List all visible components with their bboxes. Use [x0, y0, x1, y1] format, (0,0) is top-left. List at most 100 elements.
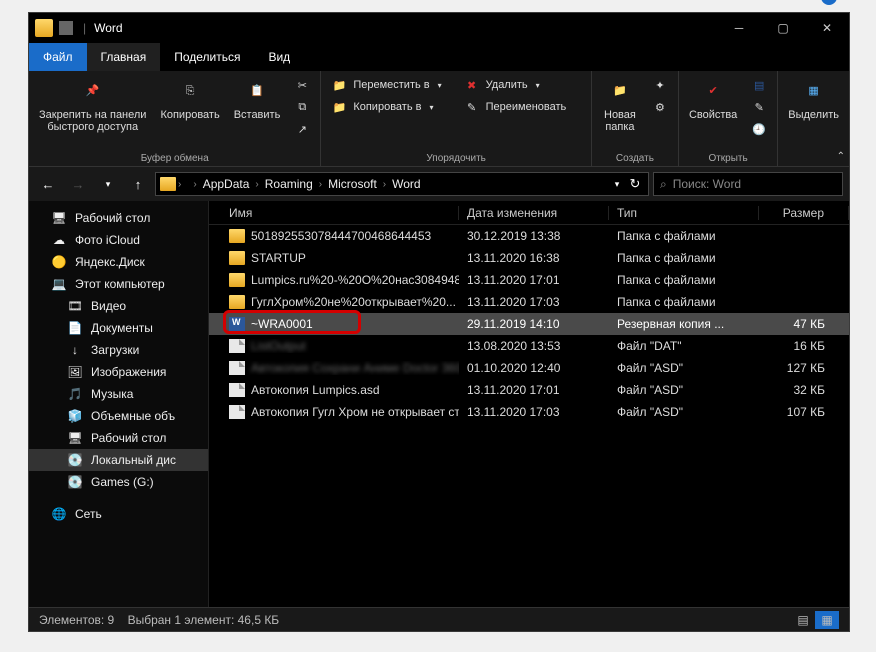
copy-to-button[interactable]: 📁Копировать в▾: [325, 97, 447, 117]
folder-icon: [229, 229, 245, 243]
refresh-button[interactable]: ↻: [626, 171, 644, 197]
sidebar-item-label: Этот компьютер: [75, 277, 165, 291]
file-list: 50189255307844470046864445330.12.2019 13…: [209, 225, 849, 607]
file-name: ГуглХром%20не%20открывает%20...: [251, 295, 456, 309]
file-row[interactable]: Lumpics.ru%20-%20О%20нас308494853...13.1…: [209, 269, 849, 291]
edit-button[interactable]: ✎: [745, 97, 773, 117]
easy-access-button[interactable]: ⚙: [646, 97, 674, 117]
file-date: 13.11.2020 17:03: [459, 405, 609, 419]
file-row[interactable]: ~WRA000129.11.2019 14:10Резервная копия …: [209, 313, 849, 335]
col-size[interactable]: Размер: [759, 206, 849, 220]
collapse-ribbon-button[interactable]: ⌃: [837, 151, 845, 162]
view-icons-button[interactable]: ▦: [815, 611, 839, 629]
forward-button[interactable]: →: [65, 171, 91, 197]
file-date: 13.11.2020 17:01: [459, 383, 609, 397]
clipboard-mini-stack: ✂ ⧉ ↗: [288, 75, 316, 139]
paste-shortcut-button[interactable]: ↗: [288, 119, 316, 139]
file-row[interactable]: STARTUP13.11.2020 16:38Папка с файлами: [209, 247, 849, 269]
cut-button[interactable]: ✂: [288, 75, 316, 95]
sidebar-item[interactable]: 📄Документы: [29, 317, 208, 339]
search-input[interactable]: ⌕ Поиск: Word: [653, 172, 843, 196]
file-row[interactable]: Автокопия Сохрани Аниме Doctor 360А...01…: [209, 357, 849, 379]
file-name: Автокопия Гугл Хром не открывает стр...: [251, 405, 459, 419]
shortcut-icon: ↗: [294, 121, 310, 137]
col-name[interactable]: Имя: [209, 206, 459, 220]
minimize-button[interactable]: ─: [717, 13, 761, 43]
tab-share[interactable]: Поделиться: [160, 43, 254, 71]
copy-button[interactable]: ⎘ Копировать: [154, 75, 225, 123]
delete-icon: ✖: [464, 77, 480, 93]
rename-button[interactable]: ✎Переименовать: [458, 97, 573, 117]
paste-icon: 📋: [243, 77, 271, 105]
close-button[interactable]: ✕: [805, 13, 849, 43]
open-group-label: Открыть: [683, 151, 773, 164]
file-row[interactable]: 50189255307844470046864445330.12.2019 13…: [209, 225, 849, 247]
file-type: Резервная копия ...: [609, 317, 759, 331]
file-name: ~WRA0001: [251, 317, 313, 331]
address-dropdown[interactable]: ▾: [608, 171, 626, 197]
pin-to-quick-access-button[interactable]: 📌 Закрепить на панели быстрого доступа: [33, 75, 152, 135]
file-icon: [229, 383, 245, 397]
file-row[interactable]: Автокопия Гугл Хром не открывает стр...1…: [209, 401, 849, 423]
copy-label: Копировать: [160, 109, 219, 121]
select-all-button[interactable]: ▦ Выделить: [782, 75, 845, 123]
sidebar-item[interactable]: 💽Games (G:): [29, 471, 208, 493]
help-icon[interactable]: ?: [821, 0, 837, 5]
sidebar-item[interactable]: 🧊Объемные объ: [29, 405, 208, 427]
back-button[interactable]: ←: [35, 171, 61, 197]
crumb-microsoft[interactable]: Microsoft: [324, 177, 381, 191]
address-bar[interactable]: › › AppData › Roaming › Microsoft › Word…: [155, 172, 649, 196]
ribbon-group-clipboard: 📌 Закрепить на панели быстрого доступа ⎘…: [29, 71, 321, 166]
sidebar-item[interactable]: 💽Локальный дис: [29, 449, 208, 471]
qat-button[interactable]: [59, 21, 73, 35]
file-row[interactable]: ГуглХром%20не%20открывает%20...13.11.202…: [209, 291, 849, 313]
paste-button[interactable]: 📋 Вставить: [228, 75, 287, 123]
col-date[interactable]: Дата изменения: [459, 206, 609, 220]
recent-locations-button[interactable]: ▾: [95, 171, 121, 197]
images-icon: 🖼: [67, 365, 83, 379]
sidebar-item-label: Загрузки: [91, 343, 139, 357]
view-details-button[interactable]: ▤: [791, 611, 815, 629]
crumb-word[interactable]: Word: [388, 177, 424, 191]
sidebar-item[interactable]: 🎵Музыка: [29, 383, 208, 405]
new-folder-button[interactable]: 📁 Новая папка: [596, 75, 644, 135]
open-button[interactable]: ▤: [745, 75, 773, 95]
tab-view[interactable]: Вид: [254, 43, 304, 71]
file-type: Файл "ASD": [609, 383, 759, 397]
sidebar-item[interactable]: 🖥Рабочий стол: [29, 207, 208, 229]
tab-file[interactable]: Файл: [29, 43, 87, 71]
rename-label: Переименовать: [486, 101, 567, 113]
file-row[interactable]: Автокопия Lumpics.asd13.11.2020 17:01Фай…: [209, 379, 849, 401]
copy-path-button[interactable]: ⧉: [288, 97, 316, 117]
window-title: Word: [90, 21, 717, 35]
crumb-appdata[interactable]: AppData: [199, 177, 254, 191]
file-date: 13.11.2020 17:01: [459, 273, 609, 287]
new-item-button[interactable]: ✦: [646, 75, 674, 95]
sidebar-item[interactable]: 🌐Сеть: [29, 503, 208, 525]
file-type: Файл "ASD": [609, 361, 759, 375]
moveto-label: Переместить в: [353, 79, 429, 91]
sidebar-item[interactable]: 🖼Изображения: [29, 361, 208, 383]
sidebar-item[interactable]: ↓Загрузки: [29, 339, 208, 361]
history-button[interactable]: 🕘: [745, 119, 773, 139]
sidebar-item[interactable]: 🟡Яндекс.Диск: [29, 251, 208, 273]
chevron-right-icon: ›: [383, 179, 386, 190]
tab-home[interactable]: Главная: [87, 43, 161, 71]
chevron-right-icon: ›: [178, 179, 181, 190]
sidebar-item[interactable]: 🖥Рабочий стол: [29, 427, 208, 449]
sidebar-item-label: Документы: [91, 321, 153, 335]
col-type[interactable]: Тип: [609, 206, 759, 220]
crumb-roaming[interactable]: Roaming: [261, 177, 317, 191]
file-row[interactable]: ListOutput13.08.2020 13:53Файл "DAT"16 К…: [209, 335, 849, 357]
pin-label: Закрепить на панели быстрого доступа: [39, 109, 146, 133]
open-icon: ▤: [751, 77, 767, 93]
file-type: Файл "DAT": [609, 339, 759, 353]
move-to-button[interactable]: 📁Переместить в▾: [325, 75, 447, 95]
sidebar-item[interactable]: 🎞Видео: [29, 295, 208, 317]
sidebar-item[interactable]: ☁Фото iCloud: [29, 229, 208, 251]
delete-button[interactable]: ✖Удалить▾: [458, 75, 573, 95]
properties-button[interactable]: ✔ Свойства: [683, 75, 743, 123]
maximize-button[interactable]: ▢: [761, 13, 805, 43]
sidebar-item[interactable]: 💻Этот компьютер: [29, 273, 208, 295]
up-button[interactable]: ↑: [125, 171, 151, 197]
